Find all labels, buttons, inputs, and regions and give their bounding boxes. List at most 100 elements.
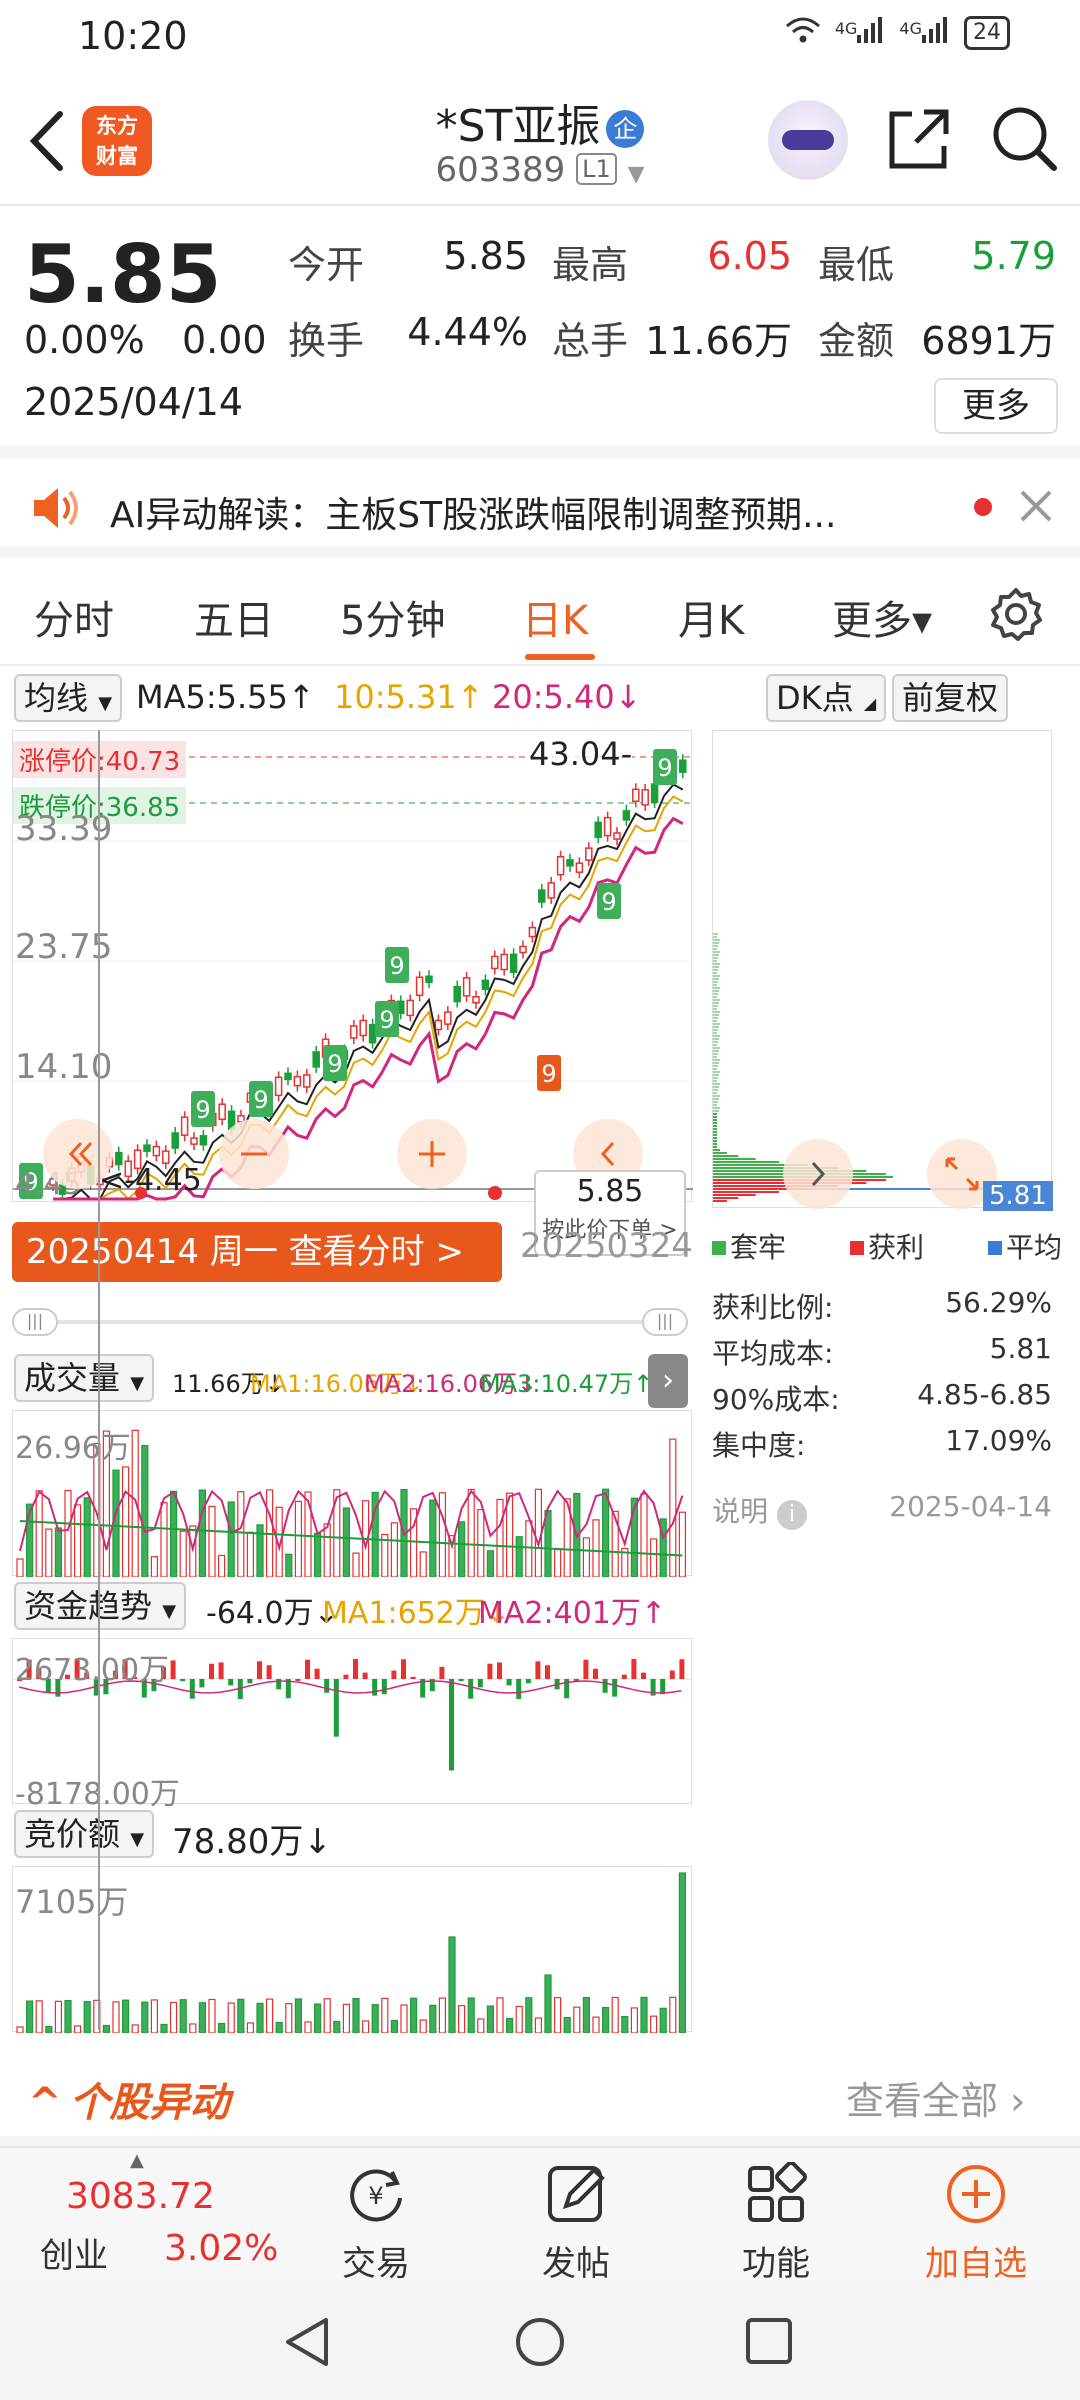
volume-bar xyxy=(582,1537,591,1578)
fund-trend-select[interactable]: 资金趋势 ▼ xyxy=(14,1582,187,1630)
last-price: 5.85 xyxy=(24,228,222,321)
quote-date: 2025/04/14 xyxy=(24,380,244,424)
auction-bar xyxy=(544,1974,552,2034)
tab-active-indicator xyxy=(525,654,595,660)
chip-scroll-right-button[interactable] xyxy=(783,1139,853,1209)
close-icon[interactable] xyxy=(1016,486,1056,526)
auction-bar xyxy=(362,2020,370,2034)
nav-functions[interactable]: 功能 xyxy=(686,2148,866,2284)
ai-banner-text[interactable]: AI异动解读：主板ST股涨跌幅限制调整预期... xyxy=(110,486,890,538)
more-button[interactable]: 更多 xyxy=(934,378,1058,434)
volume-bar xyxy=(592,1519,600,1578)
scroll-handle-left[interactable]: ||| xyxy=(12,1308,58,1336)
fund-bar xyxy=(343,1674,349,1679)
chevron-up-icon: ^ xyxy=(28,2080,62,2126)
fund-bar xyxy=(669,1670,675,1679)
view-intraday-button[interactable]: 20250414 周一 查看分时 > xyxy=(12,1222,502,1282)
gear-icon[interactable] xyxy=(988,586,1044,642)
expand-indicators-button[interactable]: › xyxy=(648,1354,688,1408)
volume-bar xyxy=(54,1527,63,1578)
low-label: 最低 xyxy=(818,243,895,287)
candle-body xyxy=(425,975,433,984)
nav-trade[interactable]: ¥ 交易 xyxy=(286,2148,466,2284)
stock-events-row[interactable]: ^ 个股异动 查看全部 › xyxy=(0,2050,1080,2146)
volume-bar xyxy=(640,1493,648,1578)
scroll-handle-right[interactable]: ||| xyxy=(642,1308,688,1336)
chip-note-button[interactable]: 说明 i xyxy=(712,1490,807,1530)
fund-bar xyxy=(410,1676,416,1679)
zoom-in-button[interactable] xyxy=(397,1119,467,1189)
volume-bar xyxy=(669,1438,677,1578)
ma-select[interactable]: 均线 ▼ xyxy=(14,674,123,722)
fund-trend-value: -64.0万↓ xyxy=(206,1596,339,1631)
volume-chart[interactable]: 26.96万 xyxy=(12,1410,692,1578)
auction-bar xyxy=(246,2022,254,2034)
fund-bar xyxy=(516,1679,522,1699)
auction-bar xyxy=(342,2003,350,2034)
ai-assistant-icon[interactable] xyxy=(768,100,848,180)
fund-bar xyxy=(218,1662,224,1679)
forward-adjust-button[interactable]: 前复权 xyxy=(892,674,1009,722)
auction-chart[interactable]: 7105万 xyxy=(12,1866,692,2034)
auction-bar xyxy=(573,2006,581,2034)
fund-trend-chart[interactable]: 2673.00万 -8178.00万 xyxy=(12,1638,693,1812)
auction-bar xyxy=(45,2025,53,2034)
kline-chart[interactable]: 999999999 涨停价:40.73 跌停价:36.85 43.04- 33.… xyxy=(12,730,693,1202)
period-tabs: 分时 五日 5分钟 日K 月K 更多▾ xyxy=(0,564,1080,666)
volume-bar xyxy=(35,1490,43,1578)
candle-body xyxy=(368,1023,377,1044)
view-all-link[interactable]: 查看全部 › xyxy=(846,2070,1025,2125)
tab-more[interactable]: 更多▾ xyxy=(832,588,932,646)
system-back-icon[interactable] xyxy=(282,2316,332,2368)
dk-point-button[interactable]: DK点 ◢ xyxy=(766,674,887,722)
auction-bar xyxy=(534,2017,543,2034)
candle-body xyxy=(444,1011,452,1025)
signal-marker-label: 9 xyxy=(327,1050,342,1078)
auction-bar xyxy=(410,1997,418,2034)
volume-bar xyxy=(342,1507,350,1578)
share-icon[interactable] xyxy=(886,104,950,172)
fund-bar xyxy=(545,1665,550,1679)
turnover-value: 4.44% xyxy=(407,310,528,354)
ma10-value: 10:5.31↑ xyxy=(334,678,484,716)
candle-body xyxy=(199,1135,208,1146)
index-ticker[interactable]: ▲ 3083.72 创业 3.02% xyxy=(0,2148,280,2282)
volume-bar xyxy=(649,1538,658,1578)
tab-daily-k[interactable]: 日K xyxy=(522,588,588,646)
low-value: 5.79 xyxy=(971,234,1056,278)
tab-5min[interactable]: 5分钟 xyxy=(340,588,445,646)
auction-bar xyxy=(371,2004,379,2034)
index-up-arrow: ▲ xyxy=(130,2150,144,2171)
candle-body xyxy=(547,882,555,899)
chart-scrollbar[interactable]: ||| ||| xyxy=(12,1308,688,1336)
nav-post[interactable]: 发帖 xyxy=(486,2148,666,2284)
auction-bar xyxy=(218,2022,226,2034)
system-home-icon[interactable] xyxy=(514,2316,566,2368)
volume-select[interactable]: 成交量 ▼ xyxy=(14,1354,155,1402)
volume-max-label: 26.96万 xyxy=(15,1431,131,1466)
auction-bar xyxy=(563,2016,571,2034)
scroll-left-fast-button[interactable] xyxy=(43,1119,113,1189)
candle-body xyxy=(162,1150,170,1164)
fund-bar xyxy=(333,1679,339,1737)
tab-monthly-k[interactable]: 月K xyxy=(678,588,744,646)
unread-dot xyxy=(974,498,992,516)
fund-bar xyxy=(353,1659,358,1679)
nav-add-watchlist[interactable]: 加自选 xyxy=(886,2148,1066,2284)
fund-bar xyxy=(525,1679,531,1684)
status-icons: 4G 4G 24 xyxy=(785,16,1010,50)
chip-distribution-panel[interactable]: 5.81 xyxy=(712,730,1053,1211)
system-recents-icon[interactable] xyxy=(744,2316,794,2366)
ai-banner[interactable]: AI异动解读：主板ST股涨跌幅限制调整预期... xyxy=(0,458,1080,558)
search-icon[interactable] xyxy=(990,104,1058,172)
candle-body xyxy=(528,926,537,938)
tab-intraday[interactable]: 分时 xyxy=(34,588,114,646)
tab-five-day[interactable]: 五日 xyxy=(194,588,274,646)
auction-select[interactable]: 竞价额 ▼ xyxy=(14,1810,155,1858)
fund-bar xyxy=(266,1665,272,1679)
zoom-out-button[interactable] xyxy=(219,1119,289,1189)
battery-icon: 24 xyxy=(964,16,1010,50)
high-price-label: 43.04- xyxy=(529,735,633,773)
candle-body xyxy=(585,847,593,861)
fund-bar xyxy=(189,1679,195,1699)
